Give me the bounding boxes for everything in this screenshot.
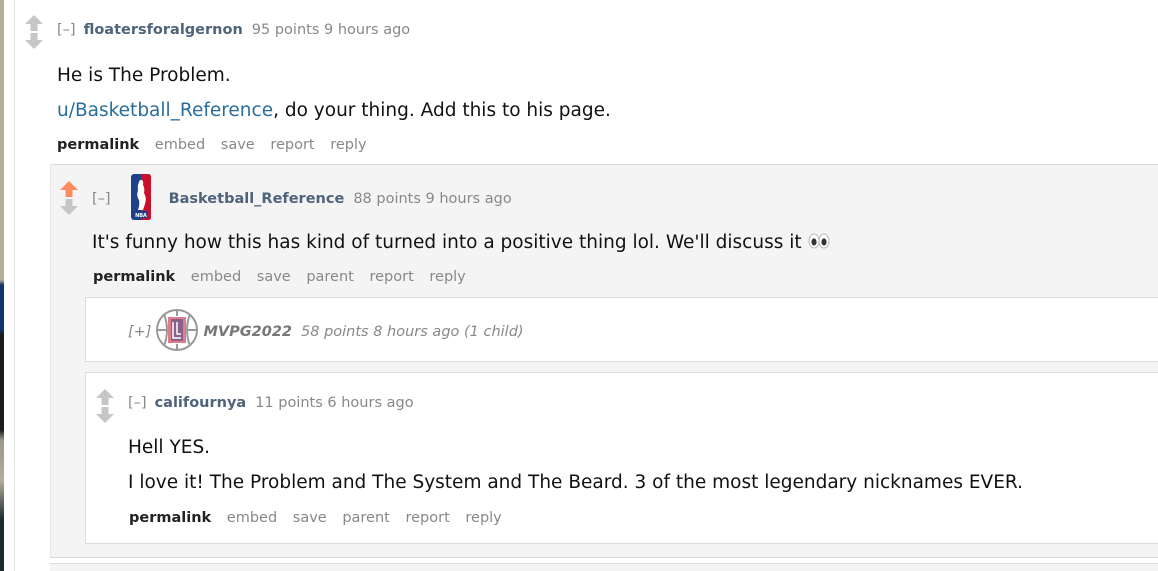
collapse-toggle[interactable]: [–] <box>92 191 111 207</box>
permalink-button[interactable]: permalink <box>57 137 139 153</box>
comment-text: It's funny how this has kind of turned i… <box>92 232 802 253</box>
user-mention-link[interactable]: u/Basketball_Reference <box>57 100 273 121</box>
expand-toggle[interactable]: [+] <box>128 324 151 340</box>
reply-button[interactable]: reply <box>429 269 465 285</box>
downvote-arrow-icon[interactable] <box>95 406 115 424</box>
report-button[interactable]: report <box>369 269 413 285</box>
vote-controls <box>95 388 115 424</box>
downvote-arrow-icon[interactable] <box>59 198 79 216</box>
reply-button[interactable]: reply <box>465 510 501 526</box>
comment-text-line: I love it! The Problem and The System an… <box>128 472 1023 493</box>
author-link[interactable]: califournya <box>155 395 247 411</box>
vote-controls <box>24 14 44 50</box>
comment-text-line: It's funny how this has kind of turned i… <box>92 232 830 254</box>
collapse-toggle[interactable]: [–] <box>128 395 147 411</box>
comment-mvpg2022-collapsed: [+] MVPG2022 58 points 8 hours ago (1 ch… <box>85 297 1158 362</box>
comment-tagline: [–] floatersforalgernon 95 points 9 hour… <box>57 22 410 38</box>
permalink-button[interactable]: permalink <box>93 269 175 285</box>
author-link[interactable]: MVPG2022 <box>203 324 292 340</box>
save-button[interactable]: save <box>257 269 291 285</box>
comment-actions: permalink embed save report reply <box>57 137 378 153</box>
embed-button[interactable]: embed <box>155 137 205 153</box>
comment-text-line: Hell YES. <box>128 437 211 458</box>
score-time-children: 58 points 8 hours ago (1 child) <box>301 324 524 340</box>
upvote-arrow-icon[interactable] <box>59 180 79 198</box>
comment-tagline: [–] NBA Basketball_Reference 88 points 9… <box>92 174 512 224</box>
score-and-time: 11 points 6 hours ago <box>255 395 414 411</box>
report-button[interactable]: report <box>405 510 449 526</box>
comment-floatersforalgernon: [–] floatersforalgernon 95 points 9 hour… <box>0 0 1158 160</box>
author-link[interactable]: Basketball_Reference <box>169 191 345 207</box>
reply-button[interactable]: reply <box>330 137 366 153</box>
embed-button[interactable]: embed <box>191 269 241 285</box>
upvote-arrow-icon[interactable] <box>95 388 115 406</box>
save-button[interactable]: save <box>221 137 255 153</box>
eyes-emoji-icon <box>808 233 830 254</box>
parent-button[interactable]: parent <box>342 510 390 526</box>
permalink-button[interactable]: permalink <box>129 510 211 526</box>
comment-actions: permalink embed save parent report reply <box>129 510 513 526</box>
author-link[interactable]: floatersforalgernon <box>84 22 243 38</box>
vote-controls <box>59 180 79 216</box>
comment-text-line: u/Basketball_Reference, do your thing. A… <box>57 100 611 121</box>
save-button[interactable]: save <box>293 510 327 526</box>
comment-califournya: [–] califournya 11 points 6 hours ago He… <box>85 372 1158 544</box>
score-and-time: 88 points 9 hours ago <box>353 191 512 207</box>
next-comment-edge <box>50 563 1158 571</box>
upvote-arrow-icon[interactable] <box>24 14 44 32</box>
downvote-arrow-icon[interactable] <box>24 32 44 50</box>
comment-tagline: [–] califournya 11 points 6 hours ago <box>128 395 414 411</box>
svg-text:NBA: NBA <box>135 213 147 219</box>
collapse-toggle[interactable]: [–] <box>57 22 76 38</box>
nba-logo-icon: NBA <box>130 174 151 224</box>
comment-text-line: He is The Problem. <box>57 65 231 86</box>
comment-actions: permalink embed save parent report reply <box>93 269 477 285</box>
report-button[interactable]: report <box>270 137 314 153</box>
clippers-logo-icon <box>155 308 199 356</box>
comment-tagline: [+] MVPG2022 58 points 8 hours ago (1 ch… <box>128 308 524 356</box>
score-and-time: 95 points 9 hours ago <box>251 22 411 38</box>
parent-button[interactable]: parent <box>306 269 354 285</box>
comment-text: , do your thing. Add this to his page. <box>273 100 611 121</box>
embed-button[interactable]: embed <box>227 510 277 526</box>
